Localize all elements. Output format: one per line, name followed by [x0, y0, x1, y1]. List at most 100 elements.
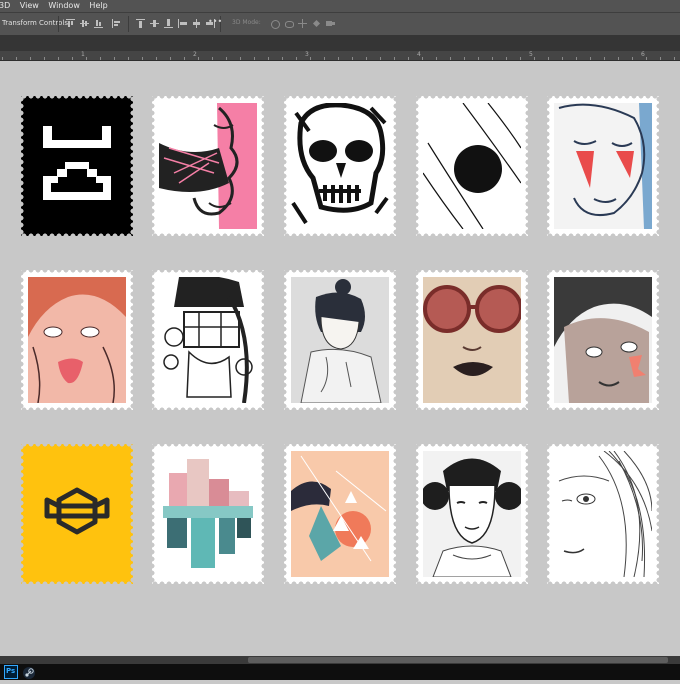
stamp-sketch-face[interactable] [544, 441, 662, 587]
ruler-label: 1 [81, 51, 85, 58]
tongue-face-art [28, 277, 126, 403]
stamp-robot-helmet-girl[interactable] [149, 267, 267, 413]
menu-3d[interactable]: 3D [0, 0, 10, 12]
stamp-pink-face[interactable] [149, 93, 267, 239]
ruler-tick [660, 57, 661, 60]
stamp-bee-logo[interactable] [18, 441, 136, 587]
taskbar: Ps [0, 664, 680, 680]
ruler-tick [380, 57, 381, 60]
ruler-tick [590, 57, 591, 60]
align-top-edges-icon[interactable] [66, 19, 75, 28]
ruler-tick [240, 57, 241, 60]
stamp-geometric-portrait[interactable] [281, 441, 399, 587]
black-circle-lines-art [423, 103, 521, 229]
ruler-tick [450, 57, 451, 60]
stamp-round-sunglasses[interactable] [413, 267, 531, 413]
align-bottom-edges-icon[interactable] [94, 19, 103, 28]
pink-face-art [159, 103, 257, 229]
stamp-pixel-face[interactable] [18, 93, 136, 239]
ruler-tick [674, 57, 675, 60]
ruler-tick [520, 57, 521, 60]
ruler-tick [44, 57, 45, 60]
ruler-tick [30, 57, 31, 60]
ruler-tick [282, 57, 283, 60]
ruler-tick [352, 57, 353, 60]
ruler-tick [366, 57, 367, 60]
steam-icon[interactable] [22, 665, 36, 679]
align-left-edges-icon[interactable] [112, 19, 121, 28]
ruler-tick [506, 57, 507, 60]
separator [128, 16, 129, 32]
ruler-tick [338, 57, 339, 60]
sketch-face-art [554, 451, 652, 577]
bun-hair-girl-art [291, 277, 389, 403]
menu-window[interactable]: Window [48, 0, 80, 12]
align-vertical-centers-icon[interactable] [80, 19, 89, 28]
3d-pan-icon[interactable] [298, 19, 307, 28]
ruler-tick [58, 57, 59, 60]
3d-orbit-icon[interactable] [270, 19, 280, 29]
stamp-leia-portrait[interactable] [413, 441, 531, 587]
menu-bar: 3D View Window Help [0, 0, 680, 12]
leia-portrait-art [423, 451, 521, 577]
ruler-tick [268, 57, 269, 60]
more-options-button-visible[interactable]: ••• [208, 17, 222, 26]
ruler-tick [184, 57, 185, 60]
ruler-tick [394, 57, 395, 60]
stamp-tongue-face[interactable] [18, 267, 136, 413]
ruler-label: 5 [529, 51, 533, 58]
ruler-tick [534, 57, 535, 60]
document-tab-strip [0, 35, 680, 51]
pastel-towers-art [159, 451, 257, 577]
3d-roll-icon[interactable] [284, 19, 294, 28]
skull-art [291, 103, 389, 229]
ruler-tick [436, 57, 437, 60]
ruler-tick [128, 57, 129, 60]
ruler-tick [100, 57, 101, 60]
ruler-tick [2, 57, 3, 60]
stamp-curly-hair-face[interactable] [544, 267, 662, 413]
distribute-bottom-icon[interactable] [164, 19, 173, 28]
ruler-tick [72, 57, 73, 60]
ruler-tick [464, 57, 465, 60]
curly-hair-face-art [554, 277, 652, 403]
document-canvas[interactable] [0, 61, 680, 656]
menu-help[interactable]: Help [89, 0, 107, 12]
photoshop-icon-label: Ps [6, 667, 16, 675]
3d-slide-icon[interactable] [312, 19, 321, 28]
distribute-vcenter-icon[interactable] [150, 19, 159, 28]
ruler-label: 4 [417, 51, 421, 58]
options-bar: Transform Controls ••• ••• 3D Mode: [0, 12, 680, 36]
ruler-tick [632, 57, 633, 60]
menu-view[interactable]: View [20, 0, 39, 12]
stamp-pastel-towers[interactable] [149, 441, 267, 587]
ruler-tick [478, 57, 479, 60]
3d-scale-icon[interactable] [326, 19, 335, 28]
ruler-tick [548, 57, 549, 60]
ruler-tick [198, 57, 199, 60]
stamp-black-circle-lines[interactable] [413, 93, 531, 239]
ruler-tick [324, 57, 325, 60]
ruler-label: 6 [641, 51, 645, 58]
ruler-label: 2 [193, 51, 197, 58]
distribute-top-icon[interactable] [136, 19, 145, 28]
ruler-tick [576, 57, 577, 60]
pixel-face-art [21, 96, 133, 236]
stamp-red-stripe-face[interactable] [544, 93, 662, 239]
round-sunglasses-art [423, 277, 521, 403]
ruler-tick [492, 57, 493, 60]
ruler-tick [142, 57, 143, 60]
distribute-hcenter-icon[interactable] [192, 19, 201, 28]
scrollbar-thumb[interactable] [248, 657, 668, 663]
horizontal-scrollbar[interactable] [0, 656, 680, 664]
ruler-tick [212, 57, 213, 60]
3d-mode-label: 3D Mode: [232, 19, 261, 26]
photoshop-icon[interactable]: Ps [4, 665, 18, 679]
ruler-tick [562, 57, 563, 60]
distribute-left-icon[interactable] [178, 19, 187, 28]
ruler-tick [170, 57, 171, 60]
ruler-tick [408, 57, 409, 60]
stamp-bun-hair-girl[interactable] [281, 267, 399, 413]
stamp-skull[interactable] [281, 93, 399, 239]
separator [58, 16, 59, 32]
